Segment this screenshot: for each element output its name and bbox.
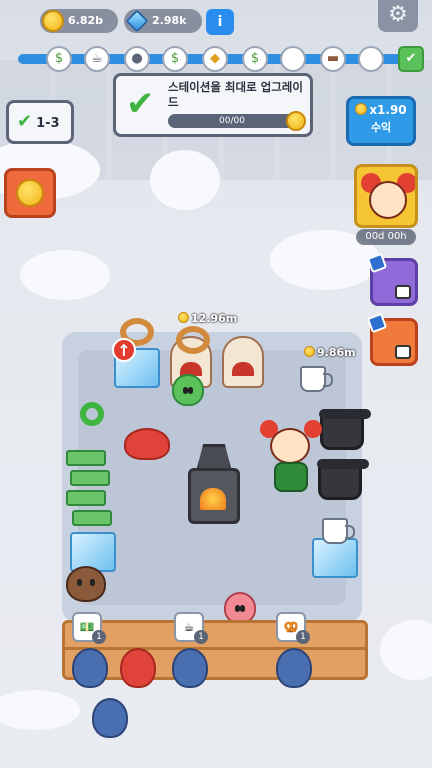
coin-counter: 6.82b [40,9,118,33]
order-bubble: 💵 1 [72,612,106,644]
pretzel-station-price: 12.96m [178,312,237,325]
mug-icon[interactable] [322,518,355,544]
customer [172,648,208,688]
mug-icon[interactable] [300,366,333,392]
progress-node-cash-icon: $ [46,46,72,72]
income-multiplier: x1.90 [369,103,407,117]
mug-icon: ☕ [183,620,195,634]
mug-station-price: 9.86m [304,346,356,359]
chef-character [258,410,328,496]
order-count: 1 [92,630,106,644]
progress-node-cash-icon: $ [162,46,188,72]
green-helper [172,374,204,406]
progress-node-cash-icon: $ [242,46,268,72]
upgrade-arrow-icon[interactable]: ↑ [112,338,136,362]
gem-icon [125,9,149,33]
coin-amount: 6.82b [68,14,104,27]
progress-node-mug-icon: ☕ [84,46,110,72]
quest-text: 스테이션을 최대로 업그레이드 [168,80,303,109]
snow-pile [150,150,220,210]
income-boost-button[interactable]: x1.90 수익 [346,96,416,146]
progress-node-pot-icon: ● [124,46,150,72]
coin-icon [16,179,44,207]
coin-icon [304,346,315,357]
cash-stack[interactable] [70,470,110,486]
customer [92,698,128,738]
coin-icon [178,312,189,323]
lock-icon [395,285,411,299]
progress-node-bulb-icon: ◆ [202,46,228,72]
ice-block-counter [70,532,116,572]
gem-amount: 2.98k [152,14,187,27]
event-timer: 00d 00h [356,229,416,245]
bread-icon: 🥨 [283,620,299,634]
lock-icon [395,345,411,359]
locked-feature-button[interactable] [366,312,418,366]
progress-node-empty [358,46,384,72]
settings-button[interactable]: ⚙ [378,0,418,32]
ice-block-counter [312,538,358,578]
mug-station-price-value: 9.86m [317,346,356,359]
customer [72,648,108,688]
progress-node-bread-icon: ▬ [320,46,346,72]
snow-pile [20,250,110,300]
income-label: 수익 [370,121,392,134]
customer [120,648,156,688]
fire-icon [200,488,226,510]
red-mat [124,428,170,460]
cash-stack[interactable] [72,510,112,526]
pretzel-icon [176,326,210,354]
progress-node-check-icon: ✔ [398,46,424,72]
coin-icon [42,10,64,32]
order-count: 1 [296,630,310,644]
checkmark-icon: ✔ [17,111,33,132]
snow-pile [0,690,80,730]
info-button[interactable]: i [206,9,234,35]
snow-pile [380,620,432,680]
cash-icon: 💵 [79,620,95,634]
cash-stack[interactable] [66,450,106,466]
progress-node-empty [280,46,306,72]
locked-feature-button[interactable] [366,252,418,306]
order-bubble: 🥨 1 [276,612,310,644]
character-portrait-icon [369,181,407,219]
customer [276,648,312,688]
pretzel-station-price-value: 12.96m [191,312,238,325]
coin-icon [355,103,368,115]
order-count: 1 [194,630,208,644]
gem-counter: 2.98k [124,9,202,33]
quest-progress-bar: 00/00 [168,114,296,128]
brown-helper [66,566,106,602]
checkmark-icon: ✔ [126,84,155,124]
wood-stove[interactable] [186,440,242,530]
coin-bonus-button[interactable] [4,168,56,218]
cash-stack[interactable] [66,490,106,506]
level-indicator[interactable]: ✔ 1-3 [6,100,74,144]
level-label: 1-3 [36,116,60,131]
gear-icon: ⚙ [388,2,408,27]
pretzel-oven[interactable] [222,336,264,388]
quest-card[interactable]: ✔ 스테이션을 최대로 업그레이드 00/00 [113,73,313,137]
order-bubble: ☕ 1 [174,612,208,644]
coin-icon [286,111,306,131]
ring-pastry-icon [80,402,104,426]
character-event-button[interactable] [354,164,418,228]
